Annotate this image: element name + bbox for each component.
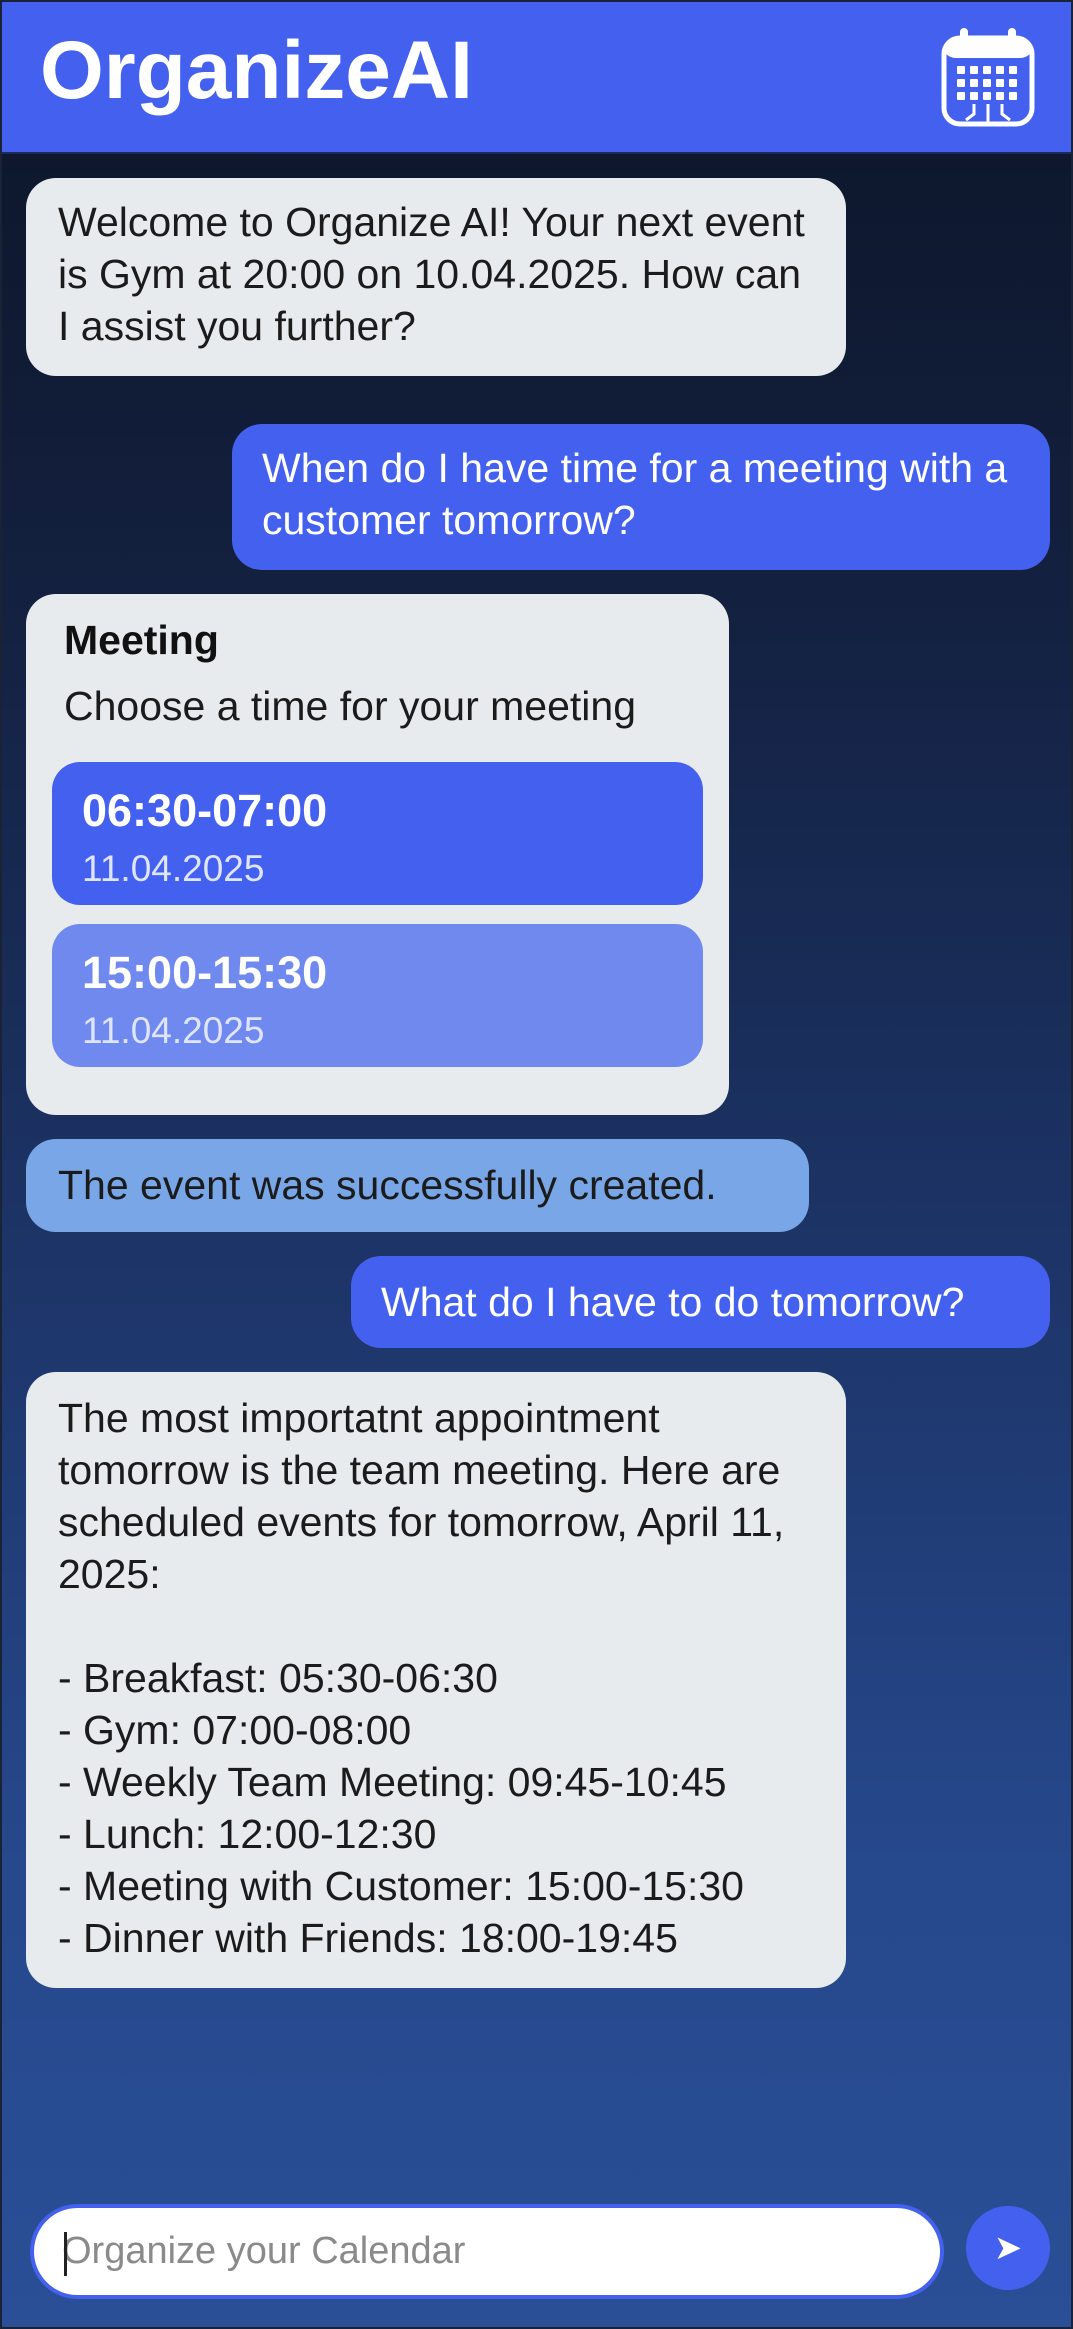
- chat-input[interactable]: [62, 2208, 912, 2295]
- user-message-meeting-question: When do I have time for a meeting with a…: [232, 424, 1050, 570]
- app-header: OrganizeAI: [2, 2, 1071, 154]
- time-slot-date: 11.04.2025: [82, 1010, 265, 1051]
- app-window: OrganizeAI Welcome to Organize AI! Your …: [0, 0, 1073, 2329]
- assistant-message-welcome: Welcome to Organize AI! Your next event …: [26, 178, 846, 376]
- calendar-icon[interactable]: [940, 26, 1036, 128]
- time-slot-time: 15:00-15:30: [82, 947, 328, 998]
- card-subtitle: Choose a time for your meeting: [64, 683, 636, 729]
- send-button[interactable]: ➤: [966, 2206, 1050, 2290]
- card-title: Meeting: [64, 617, 219, 663]
- user-message-tomorrow-question: What do I have to do tomorrow?: [351, 1256, 1050, 1348]
- status-message-event-created: The event was successfully created.: [26, 1139, 809, 1232]
- app-title: OrganizeAI: [40, 25, 473, 116]
- time-slot-time: 06:30-07:00: [82, 785, 328, 836]
- time-slot-option-2[interactable]: 15:00-15:30 11.04.2025: [52, 924, 703, 1067]
- assistant-message-schedule: The most importatnt appointment tomorrow…: [26, 1372, 846, 1988]
- text-cursor: [64, 2232, 67, 2276]
- time-slot-option-1[interactable]: 06:30-07:00 11.04.2025: [52, 762, 703, 905]
- send-icon: ➤: [993, 2229, 1023, 2267]
- chat-input-container: [30, 2204, 944, 2299]
- time-slot-date: 11.04.2025: [82, 848, 265, 889]
- meeting-time-picker-card: Meeting Choose a time for your meeting 0…: [26, 594, 729, 1115]
